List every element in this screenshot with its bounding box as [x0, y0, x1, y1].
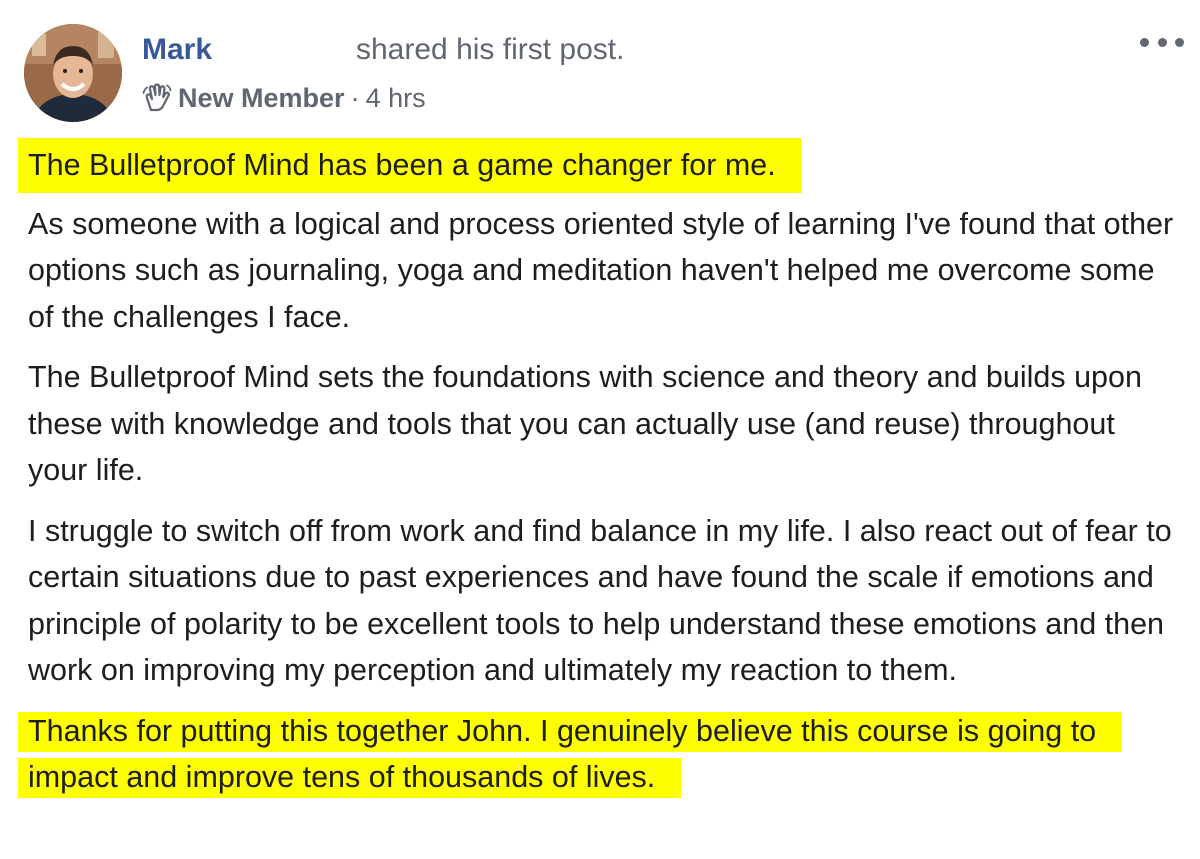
post-paragraph: The Bulletproof Mind sets the foundation… [28, 360, 1142, 487]
post-timestamp[interactable]: 4 hrs [366, 80, 426, 116]
post-paragraph-highlighted: Thanks for putting this together John. I… [18, 708, 1178, 801]
new-member-badge[interactable]: New Member [178, 80, 345, 116]
post-action-text: shared his first post. [356, 33, 625, 66]
more-horizontal-icon [1140, 37, 1149, 47]
post-paragraph: I struggle to switch off from work and f… [28, 513, 1172, 688]
more-options-button[interactable] [1140, 30, 1184, 54]
more-horizontal-icon-dot [1157, 37, 1167, 47]
meta-separator: · [350, 83, 360, 113]
post-paragraph: As someone with a logical and process or… [28, 206, 1174, 334]
post-body: The Bulletproof Mind has been a game cha… [18, 138, 1178, 815]
highlighted-text: The Bulletproof Mind has been a game cha… [18, 138, 802, 193]
more-horizontal-icon-dot [1175, 37, 1184, 47]
author-avatar[interactable] [24, 24, 122, 122]
profile-photo [24, 24, 122, 122]
highlighted-text: Thanks for putting this together John. I… [18, 711, 1123, 798]
waving-hand-icon [142, 83, 172, 113]
post-paragraph-highlighted: The Bulletproof Mind has been a game cha… [18, 138, 1178, 193]
post-meta: New Member · 4 hrs [142, 80, 426, 116]
author-name-link[interactable]: Mark [142, 30, 212, 70]
feed-post: Mark shared his first post. New Member ·… [0, 0, 1200, 859]
